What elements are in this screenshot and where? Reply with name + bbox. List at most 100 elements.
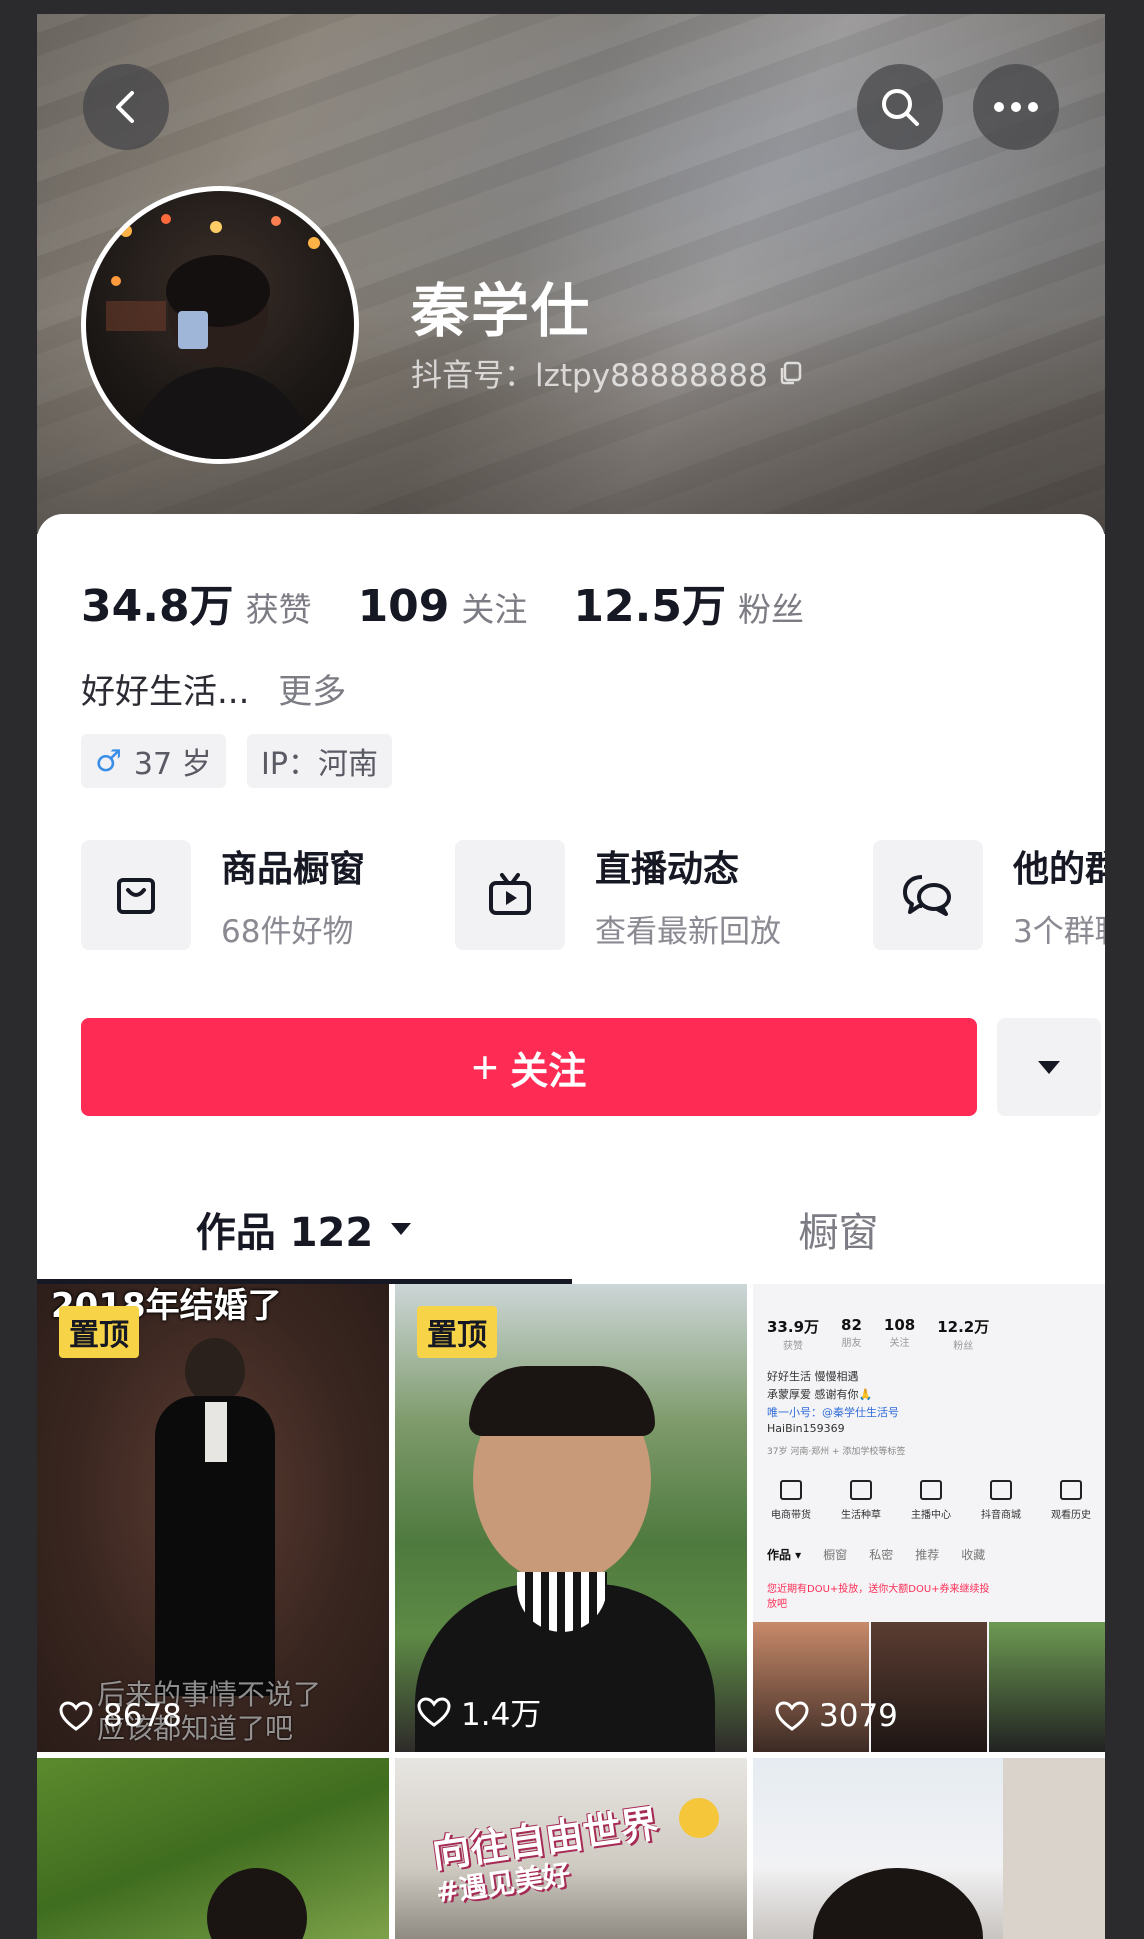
mini-stat-value: 108	[883, 1316, 916, 1334]
mini-stat: 12.2万 粉丝	[937, 1316, 989, 1352]
copy-icon[interactable]	[778, 360, 804, 386]
tab-works-label: 作品 122	[195, 1210, 374, 1256]
building-shape	[1003, 1758, 1105, 1939]
douyin-id-row[interactable]: 抖音号：lztpy88888888	[411, 350, 804, 395]
mini-tab: 收藏	[961, 1548, 986, 1562]
more-icon	[994, 102, 1038, 112]
bio-row[interactable]: 好好生活... 更多	[81, 664, 346, 713]
chevron-left-icon	[116, 91, 134, 123]
mini-notice: 您近期有DOU+投放，送你大额DOU+券来继续投 放吧	[767, 1580, 990, 1610]
video-tile[interactable]	[37, 1758, 389, 1939]
more-button[interactable]	[973, 64, 1059, 150]
feature-text: 直播动态 查看最新回放	[595, 840, 781, 951]
mini-shortcut-label: 主播中心	[911, 1510, 951, 1521]
feature-title: 商品橱窗	[221, 848, 366, 890]
mini-stat: 82 朋友	[841, 1316, 862, 1352]
mini-tab: 推荐	[915, 1548, 940, 1562]
male-icon: ♂	[95, 743, 122, 779]
ip-location-tag: IP：河南	[247, 734, 392, 788]
feature-live-updates[interactable]: 直播动态 查看最新回放	[455, 840, 781, 950]
mini-notice-line: 放吧	[767, 1599, 787, 1610]
mini-shortcut: 抖音商城	[973, 1480, 1029, 1521]
mini-tabs: 作品 ▾ 橱窗 私密 推荐 收藏	[767, 1546, 1007, 1563]
mini-shortcut-label: 电商带货	[771, 1510, 811, 1521]
profile-header-cover: 秦学仕 抖音号：lztpy88888888	[37, 14, 1105, 534]
mini-bio-line: HaiBin159369	[767, 1422, 845, 1435]
heart-icon	[417, 1696, 451, 1727]
stat-label: 粉丝	[737, 590, 804, 629]
video-thumbnail-figure	[813, 1868, 983, 1939]
mini-tags: 37岁 河南·郑州 + 添加学校等标签	[767, 1447, 906, 1457]
avatar[interactable]	[81, 186, 359, 464]
mini-shortcut-label: 生活种草	[841, 1510, 881, 1521]
profile-card: 34.8万 获赞 109 关注 12.5万 粉丝 好好生活... 更多 ♂ 37…	[37, 514, 1105, 1284]
video-tile[interactable]: 2018年结婚了 置顶 后来的事情不说了 应该都知道了吧 8678	[37, 1284, 389, 1752]
video-tile[interactable]	[753, 1758, 1105, 1939]
mini-stat-label: 朋友	[841, 1338, 862, 1349]
feature-text: 他的群 3个群聊	[1013, 840, 1105, 951]
feature-title: 他的群	[1013, 848, 1105, 890]
tab-works[interactable]: 作品 122	[37, 1174, 572, 1284]
caret-down-icon	[389, 1221, 413, 1237]
mini-stat-value: 82	[841, 1316, 862, 1334]
pinned-badge: 置顶	[417, 1306, 497, 1358]
mini-shortcut-icon	[780, 1480, 802, 1500]
feature-shop-window[interactable]: 商品橱窗 68件好物	[81, 840, 365, 950]
mini-shortcut-icon	[1060, 1480, 1082, 1500]
mini-tab: 私密	[869, 1548, 894, 1562]
mini-tab: 橱窗	[823, 1548, 848, 1562]
chat-bubble-icon	[903, 875, 951, 916]
stats-row: 34.8万 获赞 109 关注 12.5万 粉丝	[81, 570, 850, 634]
caret-down-icon	[1038, 1061, 1060, 1074]
stat-following[interactable]: 109 关注	[358, 581, 528, 632]
feature-icon-box	[81, 840, 191, 950]
search-icon	[882, 89, 919, 126]
follow-button[interactable]: + 关注	[81, 1018, 977, 1116]
search-button[interactable]	[857, 64, 943, 150]
tv-icon	[489, 873, 531, 915]
mini-stat-value: 33.9万	[767, 1318, 820, 1336]
stat-likes[interactable]: 34.8万 获赞	[81, 570, 312, 634]
back-button[interactable]	[83, 64, 169, 150]
like-count-text: 1.4万	[461, 1697, 542, 1733]
bio-more-link[interactable]: 更多	[278, 672, 346, 712]
feature-subtitle: 68件好物	[221, 913, 354, 950]
video-grid: 2018年结婚了 置顶 后来的事情不说了 应该都知道了吧 8678 置顶 1.4…	[37, 1284, 1105, 1939]
video-tile[interactable]: 置顶 1.4万	[395, 1284, 747, 1752]
feature-icon-box	[873, 840, 983, 950]
age-text: 37 岁	[133, 747, 212, 782]
mini-bio-line: 唯一小号：@秦学仕生活号	[767, 1406, 899, 1419]
bio-text: 好好生活...	[81, 672, 250, 712]
like-count: 8678	[59, 1698, 182, 1734]
profile-name: 秦学仕	[411, 277, 592, 345]
mini-shortcut: 观看历史	[1043, 1480, 1099, 1521]
stat-followers[interactable]: 12.5万 粉丝	[573, 570, 804, 634]
recommend-dropdown-button[interactable]	[997, 1018, 1101, 1116]
mini-bio-line: 承蒙厚爱 感谢有你🙏	[767, 1388, 873, 1401]
stat-value: 12.5万	[573, 581, 726, 632]
tab-window[interactable]: 橱窗	[572, 1174, 1105, 1284]
video-thumbnail-figure	[207, 1868, 307, 1939]
stat-label: 获赞	[245, 590, 312, 629]
shirt-detail	[205, 1402, 227, 1462]
feature-title: 直播动态	[595, 848, 740, 890]
mini-tab: 作品 ▾	[767, 1548, 802, 1562]
mini-shortcut-icon	[850, 1480, 872, 1500]
like-count: 3079	[775, 1698, 898, 1734]
feature-subtitle: 3个群聊	[1013, 913, 1105, 950]
video-tile[interactable]: 向往自由世界 #遇见美好	[395, 1758, 747, 1939]
like-count-text: 8678	[103, 1698, 182, 1734]
mini-shortcut: 生活种草	[833, 1480, 889, 1521]
mini-shortcut-label: 观看历史	[1051, 1510, 1091, 1521]
mini-stats: 33.9万 获赞 82 朋友 108 关注 12.2万 粉丝	[767, 1316, 1011, 1352]
like-count: 1.4万	[417, 1689, 541, 1734]
avatar-photo	[106, 214, 320, 459]
mini-icon-row: 电商带货 生活种草 主播中心 抖音商城 观看历史	[763, 1480, 1099, 1521]
mini-stat-label: 关注	[889, 1338, 910, 1349]
shopping-bag-icon	[117, 878, 155, 914]
video-tile[interactable]: 33.9万 获赞 82 朋友 108 关注 12.2万 粉丝 好好生活 慢慢相遇 承蒙厚…	[753, 1284, 1105, 1752]
plus-icon: +	[471, 1041, 499, 1093]
screenshot-thumbnail: 33.9万 获赞 82 朋友 108 关注 12.2万 粉丝 好好生活 慢慢相遇 承蒙厚…	[753, 1284, 1105, 1752]
feature-group-chats[interactable]: 他的群 3个群聊	[873, 840, 1105, 950]
phone-screen: 秦学仕 抖音号：lztpy88888888 34.8万 获赞 109 关注 12	[37, 14, 1105, 1939]
